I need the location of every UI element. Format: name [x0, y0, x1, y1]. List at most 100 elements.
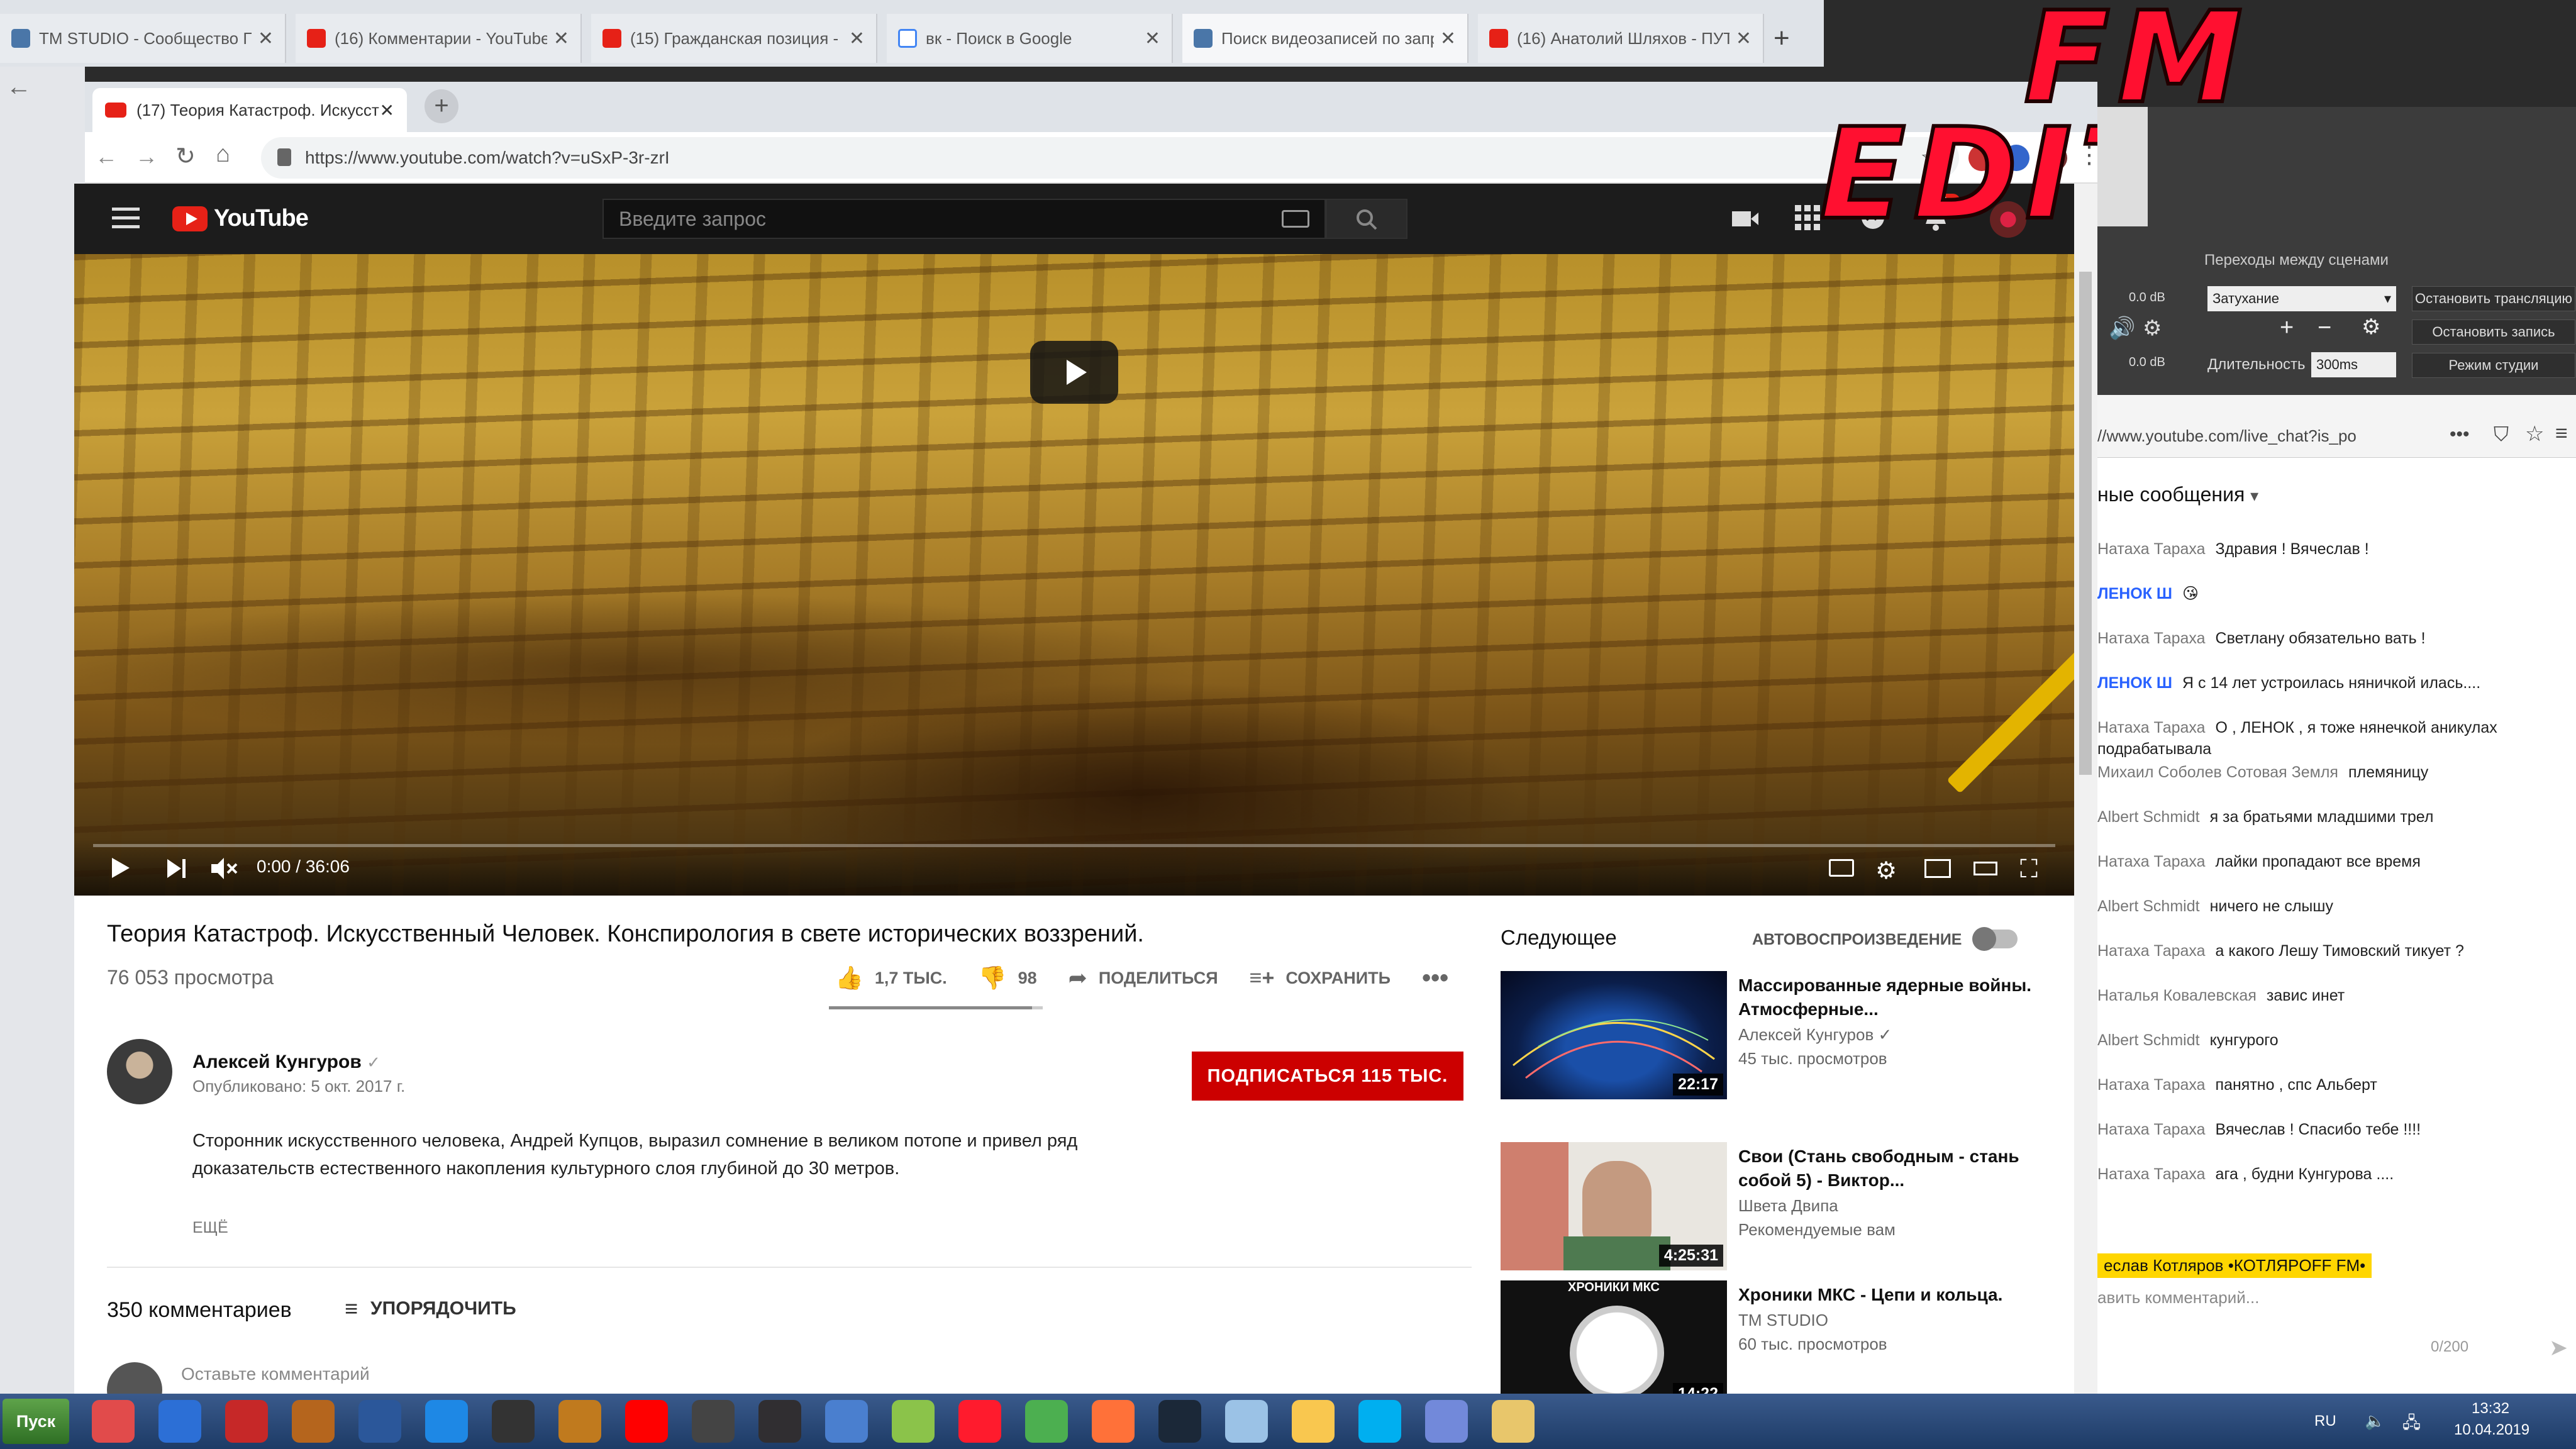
- chat-author[interactable]: Натаха Тараха: [2097, 1121, 2206, 1138]
- close-icon[interactable]: ✕: [849, 28, 865, 50]
- chat-author[interactable]: Михаил Соболев Сотовая Земля: [2097, 763, 2338, 781]
- duration-input[interactable]: 300ms: [2311, 352, 2396, 377]
- recommended-video[interactable]: 22:17 Массированные ядерные войны. Атмос…: [1501, 971, 2060, 1103]
- next-icon[interactable]: [166, 858, 187, 879]
- inner-tab-active[interactable]: (17) Теория Катастроф. Искусств ✕: [92, 88, 407, 132]
- recommended-video[interactable]: 4:25:31 Свои (Стань свободным - стань со…: [1501, 1142, 2060, 1274]
- gear-icon[interactable]: ⚙: [2362, 314, 2380, 340]
- url-field[interactable]: https://www.youtube.com/watch?v=uSxP-3r-…: [261, 137, 1959, 179]
- smiley-icon[interactable]: [1292, 1400, 1335, 1443]
- notes-icon[interactable]: [1225, 1400, 1268, 1443]
- save-button[interactable]: ≡+ СОХРАНИТЬ: [1250, 966, 1391, 991]
- add-icon[interactable]: +: [2280, 314, 2294, 341]
- archive-icon[interactable]: [558, 1400, 601, 1443]
- back-arrow-icon[interactable]: ←: [6, 73, 31, 101]
- youtube-logo[interactable]: YouTube: [172, 205, 309, 232]
- show-more-button[interactable]: ЕЩЁ: [192, 1219, 228, 1237]
- play-button-large[interactable]: [1030, 341, 1118, 404]
- word-icon[interactable]: [358, 1400, 401, 1443]
- create-video-icon[interactable]: [1731, 206, 1760, 231]
- reload-icon[interactable]: ↻: [175, 142, 196, 170]
- volume-icon[interactable]: 🔈: [2365, 1411, 2385, 1431]
- start-button[interactable]: Пуск: [3, 1399, 69, 1444]
- paint-icon[interactable]: [892, 1400, 935, 1443]
- outer-tab-2[interactable]: (16) Комментарии - YouTube ✕: [296, 14, 582, 63]
- like-button[interactable]: 👍 1,7 ТЫС.: [835, 965, 947, 991]
- apps-grid-icon[interactable]: [1795, 205, 1820, 230]
- channel-avatar[interactable]: [107, 1039, 172, 1104]
- shield-icon[interactable]: ⛉: [2494, 423, 2509, 447]
- network-icon[interactable]: 🖧: [2402, 1411, 2421, 1439]
- chat-author[interactable]: Натаха Тараха: [2097, 1076, 2206, 1094]
- close-icon[interactable]: ✕: [1736, 28, 1752, 50]
- page-scrollbar[interactable]: [2074, 184, 2097, 1394]
- new-tab-button[interactable]: +: [425, 89, 458, 123]
- r-icon[interactable]: [692, 1400, 735, 1443]
- more-dots-icon[interactable]: •••: [2450, 424, 2470, 445]
- recommended-video[interactable]: ХРОНИКИ МКС 14:22 Хроники МКС - Цепи и к…: [1501, 1280, 2060, 1413]
- gear-icon[interactable]: ⚙: [2143, 316, 2162, 341]
- close-icon[interactable]: ✕: [1440, 28, 1456, 50]
- play-icon[interactable]: [111, 857, 131, 879]
- miniplayer-icon[interactable]: [1924, 859, 1951, 878]
- studio-mode-button[interactable]: Режим студии: [2412, 353, 2575, 378]
- save-icon[interactable]: [425, 1400, 468, 1443]
- chat-author[interactable]: Наталья Ковалевская: [2097, 987, 2257, 1004]
- skype-icon[interactable]: [1358, 1400, 1401, 1443]
- close-icon[interactable]: ✕: [258, 28, 274, 50]
- close-icon[interactable]: ✕: [1145, 28, 1160, 50]
- discord-icon[interactable]: [1425, 1400, 1468, 1443]
- back-icon[interactable]: ←: [95, 143, 118, 170]
- more-actions-button[interactable]: •••: [1422, 964, 1448, 992]
- opera-icon[interactable]: [958, 1400, 1001, 1443]
- close-icon[interactable]: ✕: [380, 100, 394, 121]
- chat-author[interactable]: Натаха Тараха: [2097, 630, 2206, 647]
- chat-author[interactable]: Натаха Тараха: [2097, 942, 2206, 960]
- send-icon[interactable]: ➤: [2549, 1335, 2568, 1361]
- outer-tab-6[interactable]: (16) Анатолий Шляхов - ПУТЬ ✕: [1478, 14, 1764, 63]
- settings-gear-icon[interactable]: ⚙: [1875, 857, 1897, 885]
- obs-icon[interactable]: [758, 1400, 801, 1443]
- chat-author[interactable]: Натаха Тараха: [2097, 719, 2206, 736]
- chat-author[interactable]: Натаха Тараха: [2097, 853, 2206, 870]
- chat-author[interactable]: Albert Schmidt: [2097, 808, 2200, 826]
- forward-icon[interactable]: →: [135, 143, 158, 170]
- autoplay-toggle[interactable]: [1972, 927, 2018, 951]
- search-button[interactable]: [1326, 199, 1407, 239]
- remove-icon[interactable]: −: [2318, 314, 2331, 341]
- stop-recording-button[interactable]: Остановить запись: [2412, 319, 2575, 345]
- fullscreen-icon[interactable]: ⛶: [2020, 857, 2038, 882]
- firefox-icon[interactable]: [1092, 1400, 1135, 1443]
- download-icon[interactable]: [225, 1400, 268, 1443]
- muted-speaker-icon[interactable]: [210, 857, 238, 880]
- chat-input[interactable]: авить комментарий...: [2097, 1288, 2259, 1307]
- subscribe-button[interactable]: ПОДПИСАТЬСЯ 115 ТЫС.: [1192, 1052, 1463, 1101]
- outer-tab-5[interactable]: Поиск видеозаписей по запро ✕: [1182, 14, 1468, 63]
- chat-author[interactable]: ЛЕНОК Ш: [2097, 585, 2172, 602]
- home-icon[interactable]: ⌂: [216, 141, 230, 168]
- chat-author[interactable]: Albert Schmidt: [2097, 897, 2200, 915]
- speaker-icon[interactable]: 🔊: [2109, 316, 2135, 341]
- share-button[interactable]: ➦ ПОДЕЛИТЬСЯ: [1069, 965, 1218, 991]
- chat-author[interactable]: Натаха Тараха: [2097, 540, 2206, 558]
- star-icon[interactable]: ☆: [2525, 421, 2544, 447]
- transition-select[interactable]: Затухание ▾: [2207, 286, 2396, 311]
- cheat-icon[interactable]: [492, 1400, 535, 1443]
- subtitles-icon[interactable]: [1829, 859, 1854, 877]
- comment-input[interactable]: Оставьте комментарий: [181, 1364, 370, 1384]
- search-input[interactable]: Введите запрос: [602, 199, 1326, 239]
- theater-mode-icon[interactable]: [1974, 862, 1997, 875]
- headphones-icon[interactable]: [158, 1400, 201, 1443]
- close-icon[interactable]: ✕: [553, 28, 569, 50]
- outer-tab-4[interactable]: вк - Поиск в Google ✕: [887, 14, 1173, 63]
- outer-tab-3[interactable]: (15) Гражданская позиция - Т ✕: [591, 14, 877, 63]
- yandex-icon[interactable]: [625, 1400, 668, 1443]
- chat-author[interactable]: ЛЕНОК Ш: [2097, 674, 2172, 692]
- video-player[interactable]: 0:00 / 36:06 ⚙ ⛶: [74, 254, 2074, 896]
- chat-filter[interactable]: ные сообщения ▾: [2097, 483, 2258, 506]
- new-tab-button[interactable]: +: [1774, 23, 1790, 54]
- chrome-icon[interactable]: [1025, 1400, 1068, 1443]
- pen-icon[interactable]: [825, 1400, 868, 1443]
- progress-bar[interactable]: [93, 844, 2055, 847]
- dislike-button[interactable]: 👎 98: [979, 965, 1037, 991]
